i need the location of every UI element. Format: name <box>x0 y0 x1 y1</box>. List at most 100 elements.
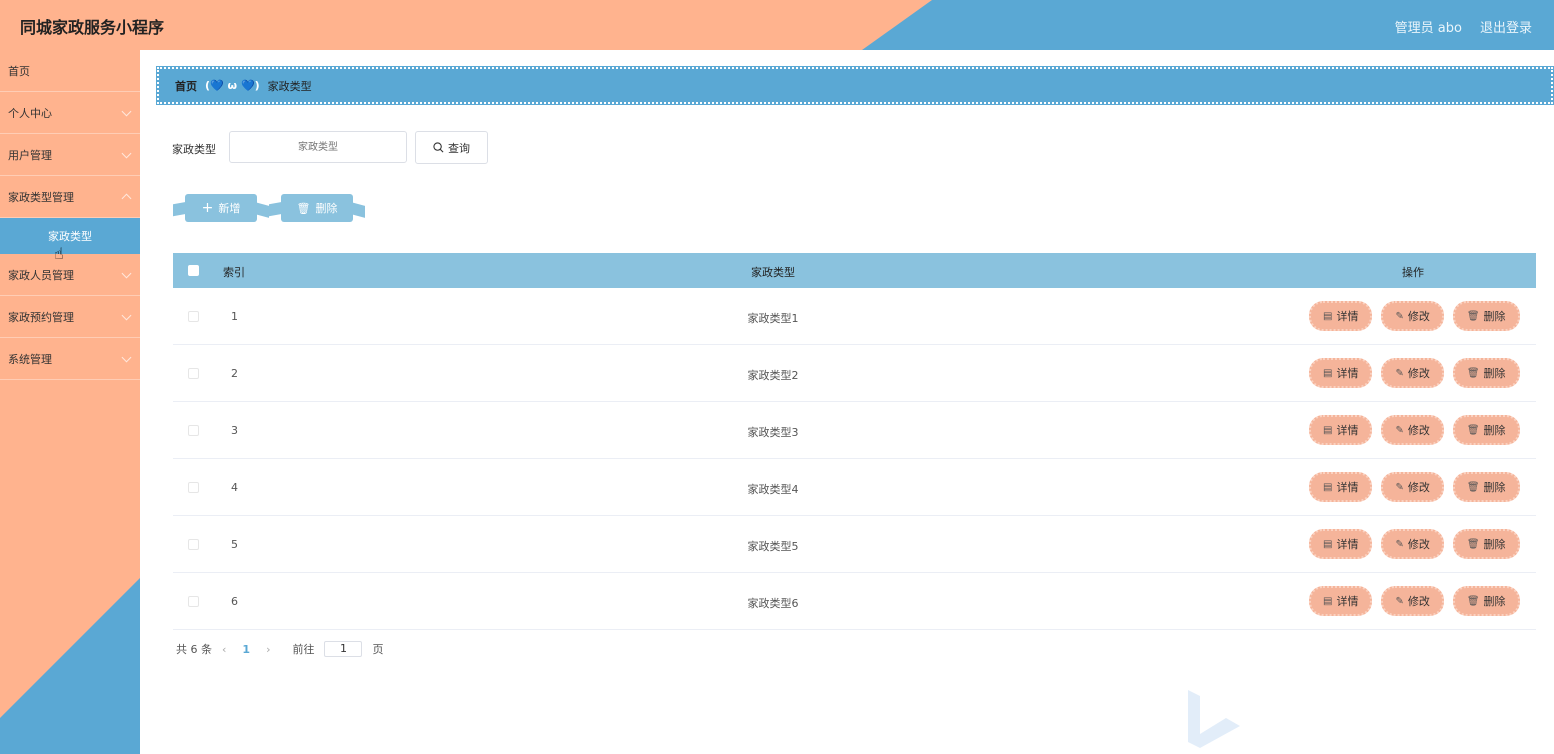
document-icon: ▤ <box>1323 481 1333 493</box>
delete-button-label: 删除 <box>1483 367 1506 380</box>
sidebar-item-home[interactable]: 首页 <box>0 50 140 92</box>
plus-icon: + <box>201 200 214 216</box>
delete-button-label: 删除 <box>1483 310 1506 323</box>
pagination-goto-prefix: 前往 <box>292 643 315 656</box>
search-button[interactable]: 查询 <box>415 131 488 164</box>
document-icon: ▤ <box>1323 424 1333 436</box>
header-right: 管理员 abo 退出登录 <box>1395 17 1532 36</box>
edit-button-label: 修改 <box>1407 424 1430 437</box>
row-actions: ▤ 详情 ✎ 修改 🗑 删除 <box>1309 586 1520 616</box>
row-checkbox[interactable] <box>188 596 199 607</box>
detail-button[interactable]: ▤ 详情 <box>1309 301 1373 331</box>
search-button-label: 查询 <box>448 141 470 155</box>
row-actions: ▤ 详情 ✎ 修改 🗑 删除 <box>1309 358 1520 388</box>
edit-button[interactable]: ✎ 修改 <box>1381 529 1444 559</box>
document-icon: ▤ <box>1323 538 1333 550</box>
sidebar-item-system-management[interactable]: 系统管理 <box>0 338 140 380</box>
edit-button-label: 修改 <box>1407 481 1430 494</box>
app-title: 同城家政服务小程序 <box>20 18 165 37</box>
add-button-label: 新增 <box>218 202 241 215</box>
row-type: 家政类型4 <box>747 483 799 496</box>
delete-button[interactable]: 🗑 删除 <box>1452 586 1520 616</box>
pagination-goto-suffix: 页 <box>372 643 384 656</box>
detail-button-label: 详情 <box>1336 481 1359 494</box>
sidebar-item-service-type-management[interactable]: 家政类型管理 <box>0 176 140 218</box>
detail-button[interactable]: ▤ 详情 <box>1309 529 1373 559</box>
trash-icon: 🗑 <box>1466 367 1480 379</box>
sidebar-item-label: 家政预约管理 <box>8 310 74 324</box>
detail-button[interactable]: ▤ 详情 <box>1309 415 1373 445</box>
delete-button[interactable]: 🗑 删除 <box>1452 301 1520 331</box>
table-row: 2 家政类型2 ▤ 详情 ✎ 修改 🗑 删除 <box>173 345 1536 402</box>
header-peach-band <box>0 0 932 50</box>
delete-button[interactable]: 🗑 删除 <box>1452 472 1520 502</box>
delete-button[interactable]: 🗑 删除 <box>1452 415 1520 445</box>
delete-button[interactable]: 🗑 删除 <box>1452 529 1520 559</box>
edit-button[interactable]: ✎ 修改 <box>1381 358 1444 388</box>
chevron-right-icon[interactable]: › <box>266 643 270 656</box>
row-checkbox[interactable] <box>188 368 199 379</box>
row-checkbox[interactable] <box>188 425 199 436</box>
row-checkbox[interactable] <box>188 311 199 322</box>
pagination: 共 6 条 ‹ 1 › 前往 1 页 <box>176 641 383 657</box>
row-index: 5 <box>231 538 238 551</box>
sidebar-item-user-management[interactable]: 用户管理 <box>0 134 140 176</box>
add-button[interactable]: + 新增 <box>185 194 257 222</box>
pencil-icon: ✎ <box>1395 424 1404 436</box>
pagination-current-page[interactable]: 1 <box>242 643 250 656</box>
sidebar-item-personal-center[interactable]: 个人中心 <box>0 92 140 134</box>
delete-button[interactable]: 🗑 删除 <box>1452 358 1520 388</box>
edit-button-label: 修改 <box>1407 538 1430 551</box>
sidebar-item-label: 个人中心 <box>8 106 52 120</box>
trash-icon: 🗑 <box>296 201 311 215</box>
pagination-goto-input[interactable]: 1 <box>324 641 363 657</box>
chevron-left-icon[interactable]: ‹ <box>222 643 226 656</box>
row-actions: ▤ 详情 ✎ 修改 🗑 删除 <box>1309 472 1520 502</box>
pencil-icon: ✎ <box>1395 481 1404 493</box>
detail-button[interactable]: ▤ 详情 <box>1309 472 1373 502</box>
chevron-down-icon <box>121 268 132 279</box>
row-type: 家政类型2 <box>747 369 799 382</box>
row-index: 6 <box>231 595 238 608</box>
select-all-checkbox[interactable] <box>188 265 199 276</box>
search-icon <box>433 142 444 153</box>
row-checkbox[interactable] <box>188 539 199 550</box>
header-type: 家政类型 <box>751 266 795 279</box>
sidebar-item-label: 家政人员管理 <box>8 268 74 282</box>
document-icon: ▤ <box>1323 595 1333 607</box>
sidebar-subitem-service-type[interactable]: 家政类型 ☝ <box>0 218 140 263</box>
sidebar-item-label: 系统管理 <box>8 352 52 366</box>
edit-button-label: 修改 <box>1407 367 1430 380</box>
pencil-icon: ✎ <box>1395 538 1404 550</box>
logout-link[interactable]: 退出登录 <box>1480 17 1532 36</box>
sidebar-item-staff-management[interactable]: 家政人员管理 <box>0 254 140 296</box>
trash-icon: 🗑 <box>1466 424 1480 436</box>
sidebar-subitem-label: 家政类型 <box>48 230 92 243</box>
edit-button[interactable]: ✎ 修改 <box>1381 586 1444 616</box>
breadcrumb-current: 家政类型 <box>267 79 312 93</box>
search-input[interactable] <box>229 131 407 163</box>
edit-button[interactable]: ✎ 修改 <box>1381 472 1444 502</box>
table-body: 1 家政类型1 ▤ 详情 ✎ 修改 🗑 删除 2 家政类型2 ▤ 详情 ✎ 修改 🗑 删除 3 家政类型3 ▤ 详情 ✎… <box>173 288 1536 630</box>
row-checkbox[interactable] <box>188 482 199 493</box>
trash-icon: 🗑 <box>1466 538 1480 550</box>
detail-button[interactable]: ▤ 详情 <box>1309 586 1373 616</box>
document-icon: ▤ <box>1323 310 1333 322</box>
detail-button-label: 详情 <box>1336 424 1359 437</box>
bulk-delete-button[interactable]: 🗑 删除 <box>281 194 353 222</box>
detail-button[interactable]: ▤ 详情 <box>1309 358 1373 388</box>
edit-button-label: 修改 <box>1407 595 1430 608</box>
breadcrumb-home[interactable]: 首页 <box>175 78 197 94</box>
row-actions: ▤ 详情 ✎ 修改 🗑 删除 <box>1309 529 1520 559</box>
edit-button[interactable]: ✎ 修改 <box>1381 415 1444 445</box>
chevron-down-icon <box>121 148 132 159</box>
detail-button-label: 详情 <box>1336 595 1359 608</box>
row-type: 家政类型6 <box>747 597 799 610</box>
edit-button[interactable]: ✎ 修改 <box>1381 301 1444 331</box>
delete-button-label: 删除 <box>1483 538 1506 551</box>
top-header: 同城家政服务小程序 管理员 abo 退出登录 <box>0 0 1554 50</box>
chevron-down-icon <box>121 106 132 117</box>
sidebar-item-booking-management[interactable]: 家政预约管理 <box>0 296 140 338</box>
table-row: 4 家政类型4 ▤ 详情 ✎ 修改 🗑 删除 <box>173 459 1536 516</box>
row-index: 4 <box>231 481 238 494</box>
